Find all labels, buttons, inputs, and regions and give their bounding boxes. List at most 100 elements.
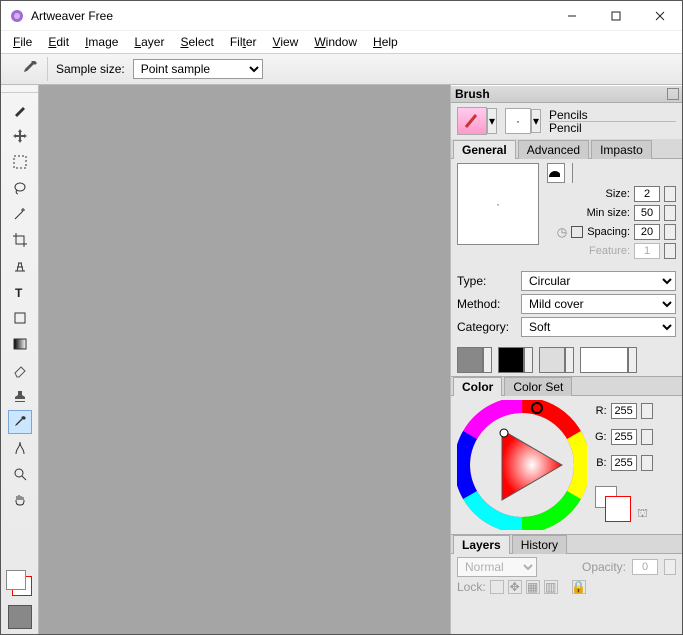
- brush-shape-preview[interactable]: [547, 163, 573, 183]
- stamp-tool[interactable]: [8, 384, 32, 408]
- tab-general[interactable]: General: [453, 140, 516, 159]
- stamp-icon[interactable]: ⛫: [637, 506, 648, 522]
- app-icon: [9, 8, 25, 24]
- hand-tool[interactable]: [8, 488, 32, 512]
- text-tool[interactable]: T: [8, 280, 32, 304]
- menu-select[interactable]: Select: [174, 33, 219, 51]
- move-tool[interactable]: [8, 124, 32, 148]
- color-swatches[interactable]: [6, 570, 34, 598]
- menu-filter[interactable]: Filter: [224, 33, 263, 51]
- menu-image[interactable]: Image: [79, 33, 124, 51]
- size-spinner[interactable]: [664, 186, 676, 202]
- color-wheel[interactable]: [457, 400, 587, 530]
- shape-tool[interactable]: [8, 306, 32, 330]
- svg-text:T: T: [15, 286, 23, 300]
- menu-bar: File Edit Image Layer Select Filter View…: [1, 31, 682, 53]
- lock-label: Lock:: [457, 580, 486, 594]
- category-label: Category:: [457, 320, 515, 334]
- eraser-tool[interactable]: [8, 358, 32, 382]
- menu-file[interactable]: File: [7, 33, 38, 51]
- brush-tool[interactable]: [8, 98, 32, 122]
- g-spinner[interactable]: [641, 429, 653, 445]
- menu-layer[interactable]: Layer: [128, 33, 170, 51]
- feature-input: 1: [634, 243, 660, 259]
- method-select[interactable]: Mild cover: [521, 294, 676, 314]
- lock-pixels-button: [490, 580, 504, 594]
- menu-help[interactable]: Help: [367, 33, 404, 51]
- tab-colorset[interactable]: Color Set: [504, 377, 572, 396]
- feature-spinner: [664, 243, 676, 259]
- size-input[interactable]: 2: [634, 186, 660, 202]
- minsize-label: Min size:: [587, 207, 630, 219]
- lock-mask-button: ▥: [544, 580, 558, 594]
- tab-advanced[interactable]: Advanced: [518, 140, 589, 159]
- panel-menu-icon[interactable]: [667, 88, 679, 100]
- category-select[interactable]: Soft: [521, 317, 676, 337]
- lock-icon: 🔒: [572, 580, 586, 594]
- feature-label: Feature:: [589, 245, 630, 257]
- brush-preview: [457, 163, 539, 245]
- opacity-input: 0: [632, 559, 658, 575]
- lasso-tool[interactable]: [8, 176, 32, 200]
- maximize-button[interactable]: [594, 1, 638, 31]
- crop-tool[interactable]: [8, 228, 32, 252]
- eyedropper-tool[interactable]: [8, 410, 32, 434]
- gradient-tool[interactable]: [8, 332, 32, 356]
- size-label: Size:: [606, 188, 630, 200]
- r-spinner[interactable]: [641, 403, 653, 419]
- tab-impasto[interactable]: Impasto: [591, 140, 652, 159]
- tab-history[interactable]: History: [512, 535, 567, 554]
- lock-all-button: ▦: [526, 580, 540, 594]
- tab-layers[interactable]: Layers: [453, 535, 510, 554]
- g-label: G:: [595, 431, 607, 443]
- minsize-spinner[interactable]: [664, 205, 676, 221]
- toolbox: T: [1, 85, 39, 634]
- window-title: Artweaver Free: [31, 9, 550, 23]
- type-select[interactable]: Circular: [521, 271, 676, 291]
- spacing-checkbox[interactable]: [571, 226, 583, 238]
- brush-dab-selector[interactable]: ·▾: [505, 108, 531, 134]
- opacity-label: Opacity:: [582, 560, 626, 574]
- spacing-spinner[interactable]: [664, 224, 676, 240]
- brush-category-name: Pencils: [549, 109, 676, 122]
- b-spinner[interactable]: [641, 455, 653, 471]
- sample-size-select[interactable]: Point sample: [133, 59, 263, 79]
- spacing-label: Spacing:: [587, 226, 630, 238]
- lock-position-button: ✥: [508, 580, 522, 594]
- title-bar: Artweaver Free: [1, 1, 682, 31]
- perspective-tool[interactable]: [8, 254, 32, 278]
- minsize-input[interactable]: 50: [634, 205, 660, 221]
- brush-selector[interactable]: ▾: [457, 107, 487, 135]
- b-input[interactable]: 255: [611, 455, 637, 471]
- r-label: R:: [596, 405, 607, 417]
- sample-size-label: Sample size:: [56, 62, 125, 76]
- type-label: Type:: [457, 274, 515, 288]
- blend-mode-select: Normal: [457, 557, 537, 577]
- opacity-spinner: [664, 559, 676, 575]
- r-input[interactable]: 255: [611, 403, 637, 419]
- nozzle-thumb[interactable]: [539, 347, 565, 373]
- brush-panel-header[interactable]: Brush: [451, 85, 682, 103]
- pattern-thumb[interactable]: [498, 347, 524, 373]
- zoom-tool[interactable]: [8, 462, 32, 486]
- tab-color[interactable]: Color: [453, 377, 502, 396]
- event-tool[interactable]: [8, 436, 32, 460]
- close-button[interactable]: [638, 1, 682, 31]
- minimize-button[interactable]: [550, 1, 594, 31]
- g-input[interactable]: 255: [611, 429, 637, 445]
- side-panels: Brush ▾ ·▾ Pencils Pencil General Advanc…: [450, 85, 682, 634]
- menu-view[interactable]: View: [267, 33, 305, 51]
- menu-edit[interactable]: Edit: [42, 33, 75, 51]
- gradient-thumb[interactable]: [580, 347, 628, 373]
- b-label: B:: [596, 457, 606, 469]
- canvas-area[interactable]: [39, 85, 450, 634]
- menu-window[interactable]: Window: [308, 33, 363, 51]
- wand-tool[interactable]: [8, 202, 32, 226]
- spacing-input[interactable]: 20: [634, 224, 660, 240]
- paper-thumb[interactable]: [457, 347, 483, 373]
- method-label: Method:: [457, 297, 515, 311]
- paper-texture-button[interactable]: [8, 605, 32, 629]
- brush-variant-name: Pencil: [549, 122, 676, 134]
- color-panel-swatches[interactable]: [595, 486, 633, 522]
- marquee-tool[interactable]: [8, 150, 32, 174]
